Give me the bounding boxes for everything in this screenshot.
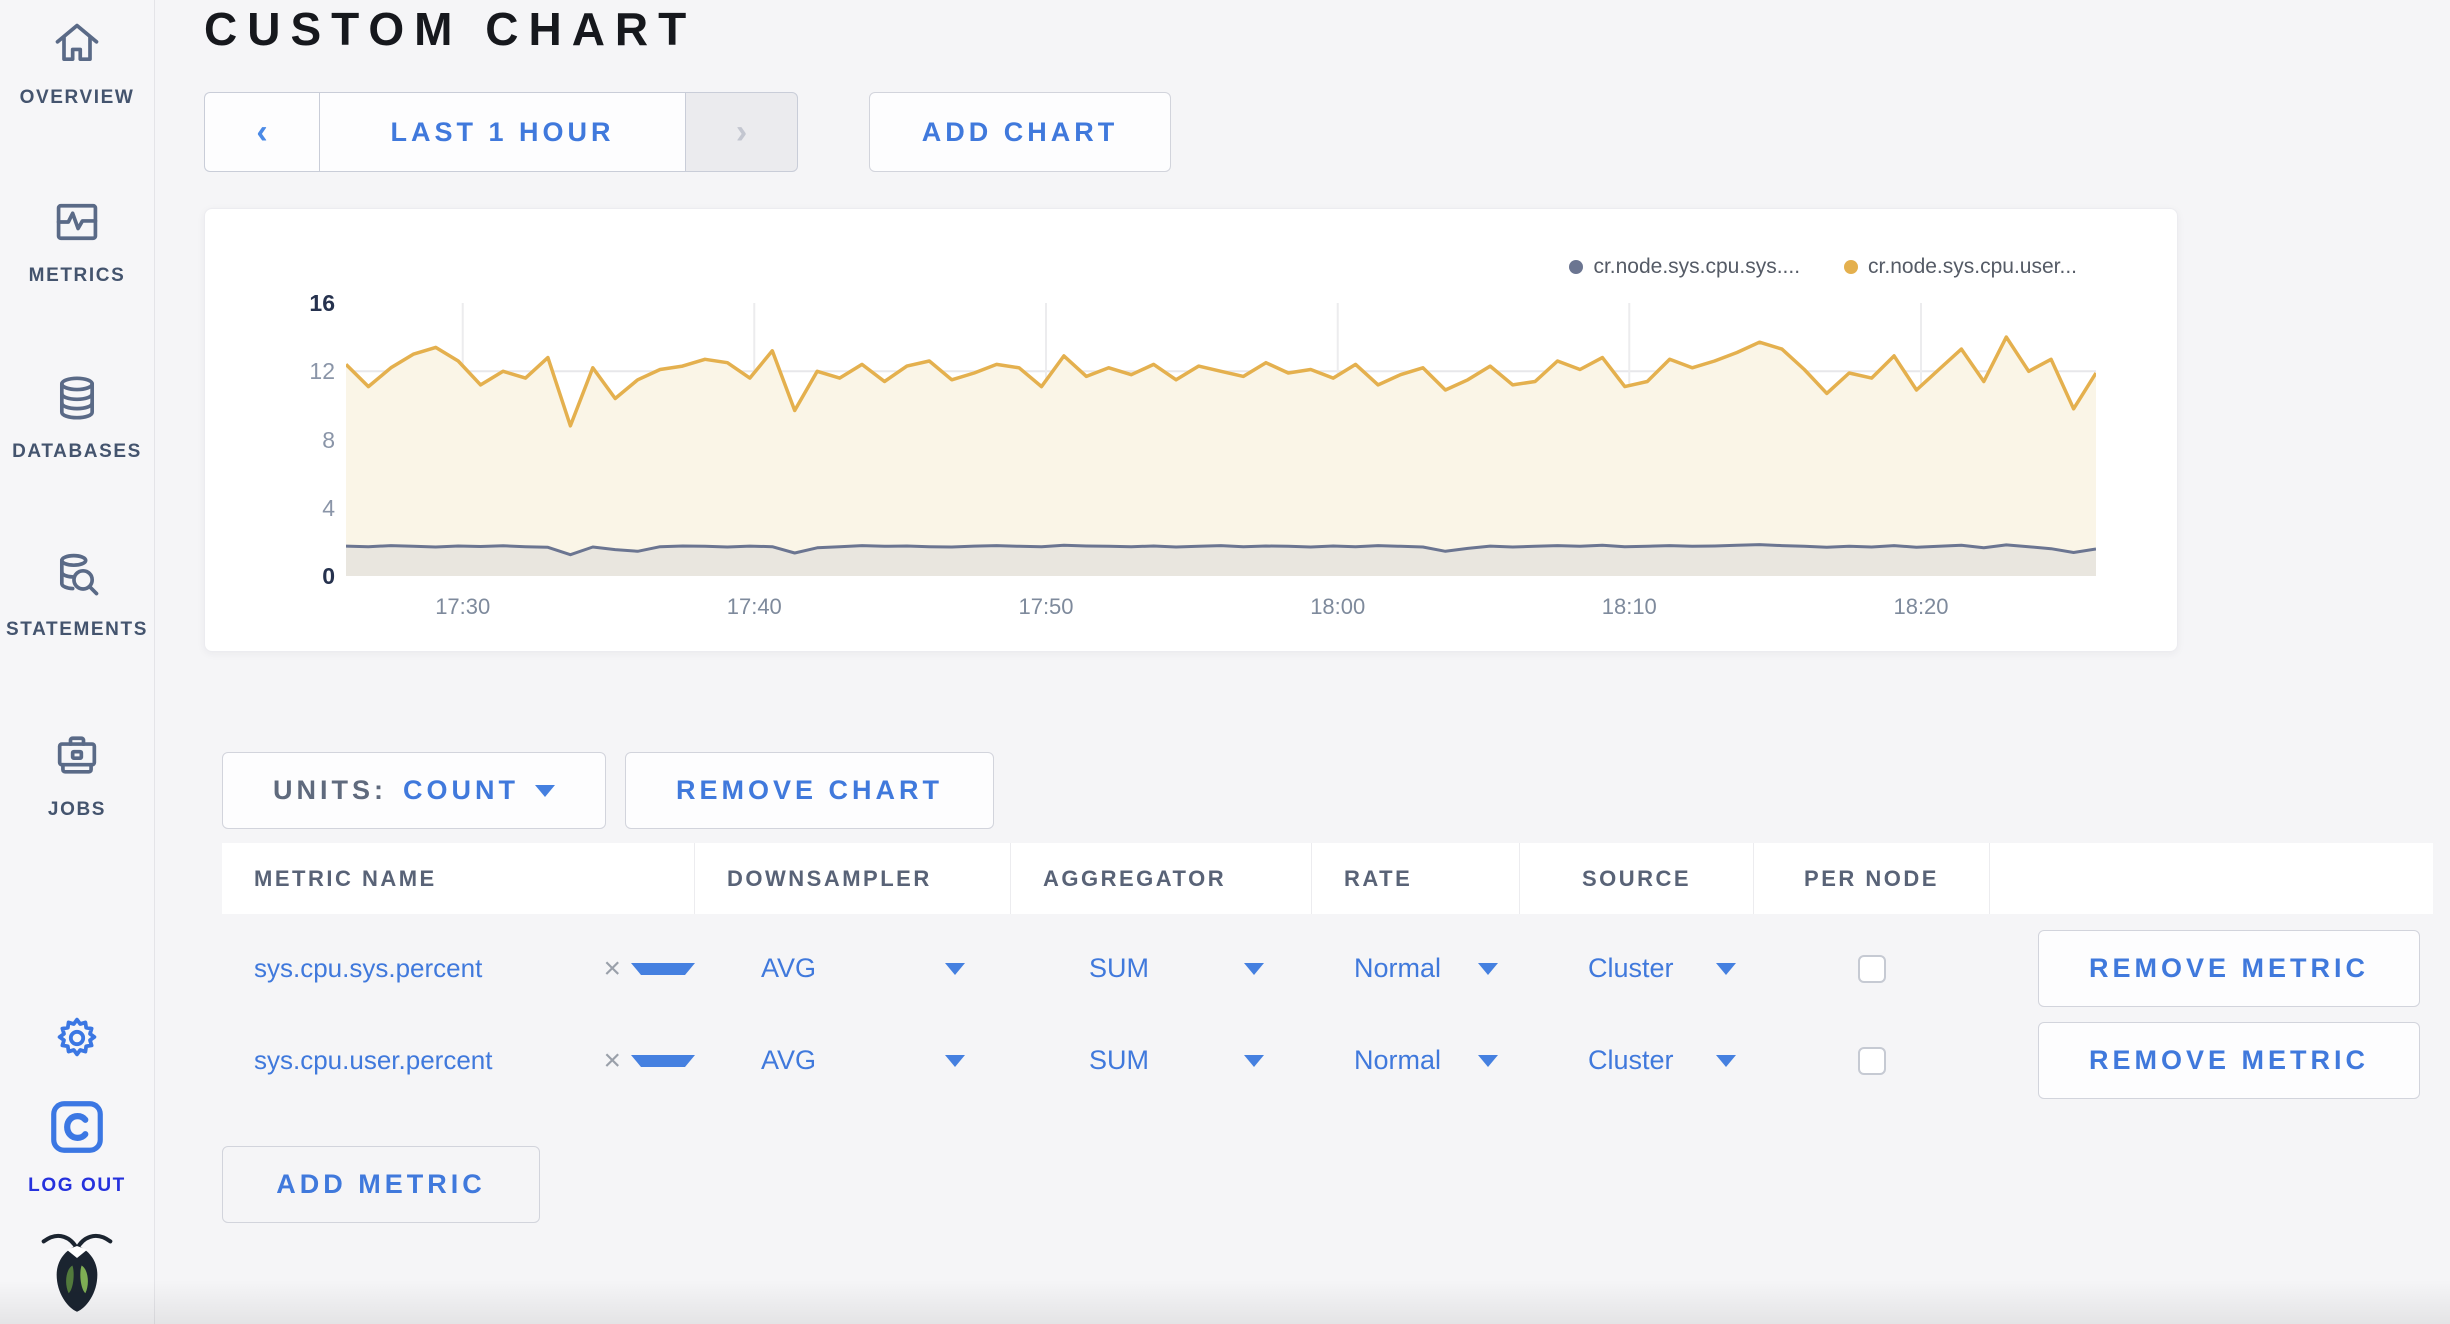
cockroach-c-icon (46, 1096, 108, 1158)
database-icon (51, 372, 103, 424)
jobs-icon (51, 730, 103, 782)
caret-down-icon[interactable] (631, 1054, 695, 1067)
sidebar-item-label: OVERVIEW (19, 87, 135, 108)
chevron-left-icon: ‹ (256, 113, 268, 151)
aggregator-select[interactable]: SUM (1089, 1045, 1149, 1076)
gear-icon (53, 1014, 101, 1062)
caret-down-icon[interactable] (945, 1054, 965, 1067)
column-header-source: SOURCE (1520, 843, 1754, 914)
main-content: CUSTOM CHART ‹ LAST 1 HOUR › ADD CHART c… (154, 0, 2450, 1324)
y-tick-label: 4 (322, 494, 335, 521)
logout-label: LOG OUT (28, 1175, 126, 1196)
clear-icon[interactable]: × (603, 1044, 621, 1078)
time-range-dropdown[interactable]: LAST 1 HOUR (319, 92, 685, 172)
column-header-per-node: PER NODE (1754, 843, 1990, 914)
page-title: CUSTOM CHART (204, 3, 697, 55)
sidebar-item-overview[interactable]: OVERVIEW (0, 18, 154, 109)
metric-name-select[interactable]: sys.cpu.sys.percent (222, 953, 603, 984)
time-range-label: LAST 1 HOUR (390, 116, 615, 147)
per-node-checkbox[interactable] (1858, 1046, 1886, 1075)
settings-button[interactable] (0, 1014, 154, 1067)
x-tick-label: 17:50 (1018, 594, 1074, 619)
cockroach-bug-icon (40, 1228, 114, 1314)
column-header-actions (1990, 843, 2433, 914)
x-tick-label: 18:10 (1601, 594, 1657, 619)
rate-select[interactable]: Normal (1354, 953, 1441, 984)
x-tick-label: 18:00 (1310, 594, 1366, 619)
sidebar-item-label: STATEMENTS (6, 619, 148, 640)
y-tick-label: 8 (322, 426, 335, 453)
x-tick-label: 17:30 (435, 594, 491, 619)
remove-metric-button[interactable]: REMOVE METRIC (2038, 1022, 2420, 1099)
logout-button[interactable]: LOG OUT (0, 1096, 154, 1197)
column-header-metric-name: METRIC NAME (222, 843, 695, 914)
x-tick-label: 18:20 (1893, 594, 1949, 619)
units-dropdown[interactable]: UNITS: COUNT (222, 752, 606, 829)
units-label: UNITS: (273, 775, 387, 805)
source-select[interactable]: Cluster (1588, 1045, 1674, 1076)
chart-canvas (346, 303, 2096, 576)
table-row: sys.cpu.user.percent × AVG SUM Normal Cl… (222, 1022, 2433, 1099)
downsampler-select[interactable]: AVG (761, 1045, 816, 1076)
remove-metric-button[interactable]: REMOVE METRIC (2038, 930, 2420, 1007)
y-tick-label: 16 (309, 290, 335, 316)
sidebar-item-label: DATABASES (12, 441, 142, 462)
metric-name-select[interactable]: sys.cpu.user.percent (222, 1045, 603, 1076)
caret-down-icon[interactable] (1244, 962, 1264, 975)
caret-down-icon[interactable] (1478, 1054, 1498, 1067)
sidebar: OVERVIEW METRICS DATABASES STATEMENTS JO… (0, 0, 155, 1324)
source-select[interactable]: Cluster (1588, 953, 1674, 984)
legend-dot-user (1844, 260, 1859, 274)
legend-label-user: cr.node.sys.cpu.user... (1868, 255, 2077, 278)
sidebar-item-jobs[interactable]: JOBS (0, 730, 154, 821)
remove-chart-button[interactable]: REMOVE CHART (625, 752, 994, 829)
caret-down-icon[interactable] (1244, 1054, 1264, 1067)
metrics-table-header: METRIC NAME DOWNSAMPLER AGGREGATOR RATE … (222, 843, 2433, 914)
caret-down-icon[interactable] (1478, 962, 1498, 975)
x-tick-label: 17:40 (726, 594, 782, 619)
per-node-checkbox[interactable] (1858, 954, 1886, 983)
chart-legend: cr.node.sys.cpu.sys.... cr.node.sys.cpu.… (1569, 255, 2077, 279)
time-range-next-button[interactable]: › (685, 92, 798, 172)
sidebar-item-databases[interactable]: DATABASES (0, 372, 154, 463)
caret-down-icon (535, 784, 555, 797)
sidebar-item-label: JOBS (47, 799, 107, 820)
caret-down-icon[interactable] (631, 962, 695, 975)
time-series-plot[interactable] (346, 303, 2096, 576)
cockroach-logo (0, 1228, 154, 1319)
caret-down-icon[interactable] (1716, 1054, 1736, 1067)
column-header-rate: RATE (1312, 843, 1520, 914)
rate-select[interactable]: Normal (1354, 1045, 1441, 1076)
statements-icon (51, 550, 103, 602)
add-chart-button[interactable]: ADD CHART (869, 92, 1171, 172)
y-tick-label: 0 (322, 563, 335, 589)
time-range-selector: ‹ LAST 1 HOUR › (204, 92, 798, 172)
time-range-prev-button[interactable]: ‹ (204, 92, 319, 172)
aggregator-select[interactable]: SUM (1089, 953, 1149, 984)
add-metric-button[interactable]: ADD METRIC (222, 1146, 540, 1223)
metrics-icon (51, 196, 103, 248)
clear-icon[interactable]: × (603, 952, 621, 986)
column-header-downsampler: DOWNSAMPLER (695, 843, 1011, 914)
home-icon (51, 18, 103, 70)
chevron-right-icon: › (735, 113, 748, 151)
downsampler-select[interactable]: AVG (761, 953, 816, 984)
legend-dot-sys (1569, 260, 1584, 274)
sidebar-item-metrics[interactable]: METRICS (0, 196, 154, 287)
sidebar-item-label: METRICS (28, 265, 126, 286)
table-row: sys.cpu.sys.percent × AVG SUM Normal Clu… (222, 930, 2433, 1007)
y-tick-label: 12 (309, 358, 335, 385)
legend-item-sys[interactable]: cr.node.sys.cpu.sys.... (1569, 255, 1800, 279)
caret-down-icon[interactable] (945, 962, 965, 975)
legend-label-sys: cr.node.sys.cpu.sys.... (1593, 255, 1801, 278)
caret-down-icon[interactable] (1716, 962, 1736, 975)
sidebar-item-statements[interactable]: STATEMENTS (0, 550, 154, 641)
legend-item-user[interactable]: cr.node.sys.cpu.user... (1844, 255, 2077, 279)
column-header-aggregator: AGGREGATOR (1011, 843, 1312, 914)
units-value: COUNT (403, 775, 519, 805)
chart-panel: cr.node.sys.cpu.sys.... cr.node.sys.cpu.… (204, 208, 2178, 652)
